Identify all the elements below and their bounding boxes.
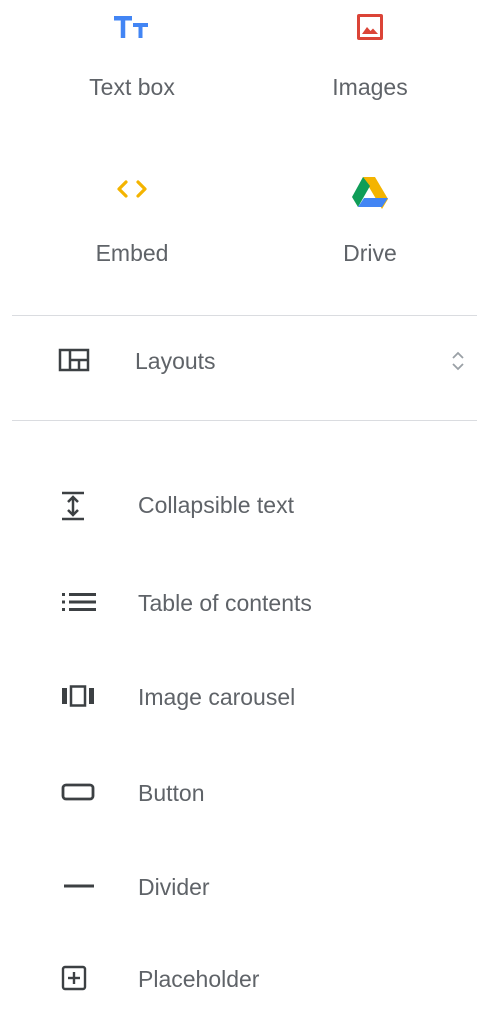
embed-tile[interactable]: Embed: [52, 168, 212, 278]
embed-code-icon: [117, 180, 147, 198]
placeholder-item[interactable]: Placeholder: [0, 944, 477, 1014]
placeholder-icon: [61, 965, 87, 991]
text-box-tile[interactable]: Text box: [52, 0, 212, 110]
placeholder-label: Placeholder: [138, 966, 260, 992]
text-box-label: Text box: [89, 74, 175, 100]
expand-collapse-icon: [452, 351, 464, 371]
collapsible-text-item[interactable]: Collapsible text: [0, 472, 477, 542]
drive-label: Drive: [343, 240, 397, 266]
image-carousel-item[interactable]: Image carousel: [0, 662, 477, 732]
divider-icon: [64, 884, 94, 888]
text-box-icon: [114, 16, 148, 38]
table-of-contents-label: Table of contents: [138, 590, 312, 616]
divider-label: Divider: [138, 874, 210, 900]
insert-panel: Text box Images Embed Drive Layouts Coll…: [0, 0, 477, 1018]
table-of-contents-icon: [62, 593, 96, 611]
layouts-section-toggle[interactable]: Layouts: [0, 318, 477, 408]
collapsible-text-icon: [62, 491, 84, 521]
image-icon: [357, 14, 383, 40]
image-carousel-icon: [62, 685, 94, 707]
layouts-icon: [58, 348, 90, 372]
section-separator-bottom: [12, 420, 477, 421]
images-tile[interactable]: Images: [290, 0, 450, 110]
drive-tile[interactable]: Drive: [290, 168, 450, 278]
button-icon: [61, 783, 95, 801]
google-drive-icon: [352, 177, 388, 209]
layouts-label: Layouts: [135, 348, 216, 374]
images-label: Images: [332, 74, 408, 100]
image-carousel-label: Image carousel: [138, 684, 296, 710]
divider-item[interactable]: Divider: [0, 852, 477, 922]
embed-label: Embed: [95, 240, 169, 266]
button-label: Button: [138, 780, 205, 806]
section-separator-top: [12, 315, 477, 316]
button-item[interactable]: Button: [0, 758, 477, 828]
table-of-contents-item[interactable]: Table of contents: [0, 568, 477, 638]
collapsible-text-label: Collapsible text: [138, 492, 294, 518]
